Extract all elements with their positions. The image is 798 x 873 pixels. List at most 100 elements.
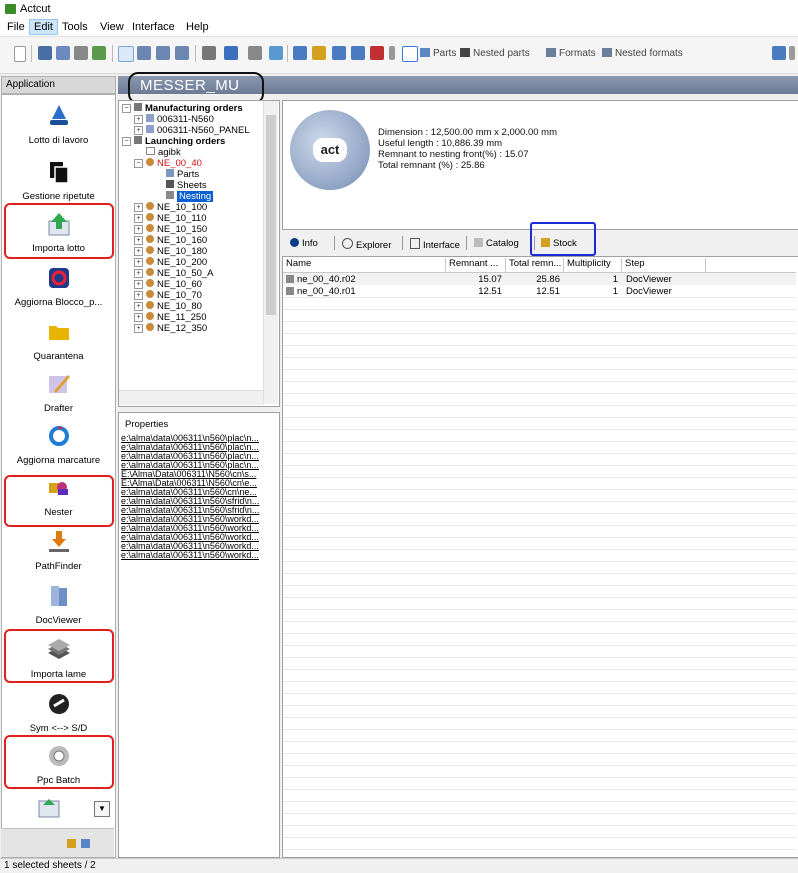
parts-button[interactable]: Parts: [420, 48, 456, 59]
tree-ne-11-250[interactable]: + NE_11_250: [134, 312, 206, 323]
view-icons-icon[interactable]: [175, 46, 189, 60]
properties-icon[interactable]: [92, 46, 106, 60]
expand-icon[interactable]: +: [134, 313, 143, 322]
tree-ne-10-200[interactable]: + NE_10_200: [134, 257, 207, 268]
view-list-icon[interactable]: [137, 46, 151, 60]
settings-icon[interactable]: [772, 46, 786, 60]
cell-step: DocViewer: [626, 274, 672, 285]
expand-icon[interactable]: +: [134, 214, 143, 223]
grid-row-line: [283, 465, 796, 466]
expand-icon[interactable]: +: [134, 258, 143, 267]
collapse-icon[interactable]: −: [134, 159, 143, 168]
app-docviewer[interactable]: DocViewer: [2, 583, 115, 626]
copy-icon[interactable]: [56, 46, 70, 60]
app-sym-sd[interactable]: Sym <--> S/D: [2, 691, 115, 734]
app-pathfinder[interactable]: PathFinder: [2, 529, 115, 572]
toolbar-overflow-icon[interactable]: [389, 46, 395, 60]
tree-sheets[interactable]: Sheets: [166, 180, 207, 191]
tree-ne-10-70[interactable]: + NE_10_70: [134, 290, 202, 301]
expand-icon[interactable]: +: [134, 203, 143, 212]
expand-icon[interactable]: +: [134, 302, 143, 311]
tab-explorer[interactable]: Explorer: [342, 238, 391, 251]
menu-edit[interactable]: Edit: [29, 19, 58, 35]
expand-icon[interactable]: +: [134, 126, 143, 135]
report-icon[interactable]: [370, 46, 384, 60]
tree-ne-10-160[interactable]: + NE_10_160: [134, 235, 207, 246]
tree-launching-orders[interactable]: − Launching orders: [122, 136, 225, 147]
app-drafter[interactable]: Drafter: [2, 371, 115, 414]
tree-ne-10-100[interactable]: + NE_10_100: [134, 202, 207, 213]
app-aggiorna-marcature[interactable]: Aggiorna marcature: [2, 423, 115, 466]
expand-icon[interactable]: +: [134, 247, 143, 256]
toolbar-overflow-icon[interactable]: [789, 46, 795, 60]
column-header-name[interactable]: Name: [283, 258, 446, 272]
tab-info[interactable]: Info: [290, 238, 318, 249]
tree-vertical-scrollbar[interactable]: [263, 101, 278, 404]
scroll-down-button[interactable]: ▼: [94, 801, 110, 817]
grid-row-line: [283, 801, 796, 802]
tree-order-006311-n560[interactable]: +006311-N560: [134, 114, 214, 125]
expand-icon[interactable]: +: [134, 236, 143, 245]
menu-interface[interactable]: Interface: [128, 20, 179, 34]
app-more[interactable]: [0, 795, 105, 824]
small-icons-view-icon[interactable]: [81, 839, 90, 848]
menu-view[interactable]: View: [96, 20, 128, 34]
columns-icon[interactable]: [202, 46, 216, 60]
link-icon[interactable]: [269, 46, 283, 60]
column-header-multiplicity[interactable]: Multiplicity: [564, 258, 622, 272]
collapse-icon[interactable]: −: [122, 137, 131, 146]
tree-agibk[interactable]: agibk: [146, 147, 181, 158]
view-detail-icon[interactable]: [156, 46, 170, 60]
menu-help[interactable]: Help: [182, 20, 213, 34]
tab-catalog[interactable]: Catalog: [474, 238, 519, 249]
expand-icon[interactable]: +: [134, 115, 143, 124]
expand-icon[interactable]: +: [134, 225, 143, 234]
menu-file[interactable]: File: [3, 20, 29, 34]
tree-ne-12-350[interactable]: + NE_12_350: [134, 323, 207, 334]
column-header-total-remnant[interactable]: Total remn...: [506, 258, 564, 272]
expand-icon[interactable]: +: [134, 324, 143, 333]
tree-ne-00-40[interactable]: − NE_00_40: [134, 158, 202, 169]
tree-ne-10-60[interactable]: + NE_10_60: [134, 279, 202, 290]
tree-ne-10-50-a[interactable]: + NE_10_50_A: [134, 268, 214, 279]
filter-icon[interactable]: [248, 46, 262, 60]
select-icon[interactable]: [402, 46, 418, 62]
expand-icon[interactable]: +: [134, 291, 143, 300]
app-aggiorna-blocco[interactable]: Aggiorna Blocco_p...: [2, 265, 115, 308]
table-icon[interactable]: [351, 46, 365, 60]
expand-icon[interactable]: +: [134, 269, 143, 278]
group-icon[interactable]: [293, 46, 307, 60]
tree-ne-10-180[interactable]: + NE_10_180: [134, 246, 207, 257]
nest-icon: [146, 268, 154, 276]
large-icons-view-icon[interactable]: [67, 839, 76, 848]
new-icon[interactable]: [14, 46, 26, 62]
tree-order-006311-n560-panel[interactable]: +006311-N560_PANEL: [134, 125, 250, 136]
print-icon[interactable]: [74, 46, 88, 60]
menu-tools[interactable]: Tools: [58, 20, 92, 34]
collapse-icon[interactable]: −: [122, 104, 131, 113]
expand-icon[interactable]: +: [134, 280, 143, 289]
app-gestione-ripetute[interactable]: Gestione ripetute: [2, 159, 115, 202]
app-lotto-di-lavoro[interactable]: Lotto di lavoro: [2, 103, 115, 146]
column-header-remnant[interactable]: Remnant ...: [446, 258, 506, 272]
property-link[interactable]: e:\alma\data\006311\n560\workd...: [121, 550, 277, 560]
view-grid-icon[interactable]: [118, 46, 134, 62]
app-quarantena[interactable]: Quarantena: [2, 319, 115, 362]
tree-parts[interactable]: Parts: [166, 169, 199, 180]
tree-ne-10-110[interactable]: + NE_10_110: [134, 213, 206, 224]
sort-icon[interactable]: [224, 46, 238, 60]
tree-ne-10-80[interactable]: + NE_10_80: [134, 301, 202, 312]
tree-nesting[interactable]: Nesting: [166, 191, 214, 202]
nested-formats-button[interactable]: Nested formats: [602, 48, 683, 59]
formats-button[interactable]: Formats: [546, 48, 596, 59]
scrollbar-thumb[interactable]: [266, 115, 276, 315]
tree-icon[interactable]: [332, 46, 346, 60]
save-icon[interactable]: [38, 46, 52, 60]
nested-parts-button[interactable]: Nested parts: [460, 48, 530, 59]
tree-ne-10-150[interactable]: + NE_10_150: [134, 224, 207, 235]
tree-manufacturing-orders[interactable]: − Manufacturing orders: [122, 103, 243, 114]
tab-interface[interactable]: Interface: [410, 238, 460, 251]
import-icon[interactable]: [312, 46, 326, 60]
tree-horizontal-scrollbar[interactable]: [119, 390, 263, 405]
column-header-step[interactable]: Step: [622, 258, 706, 272]
